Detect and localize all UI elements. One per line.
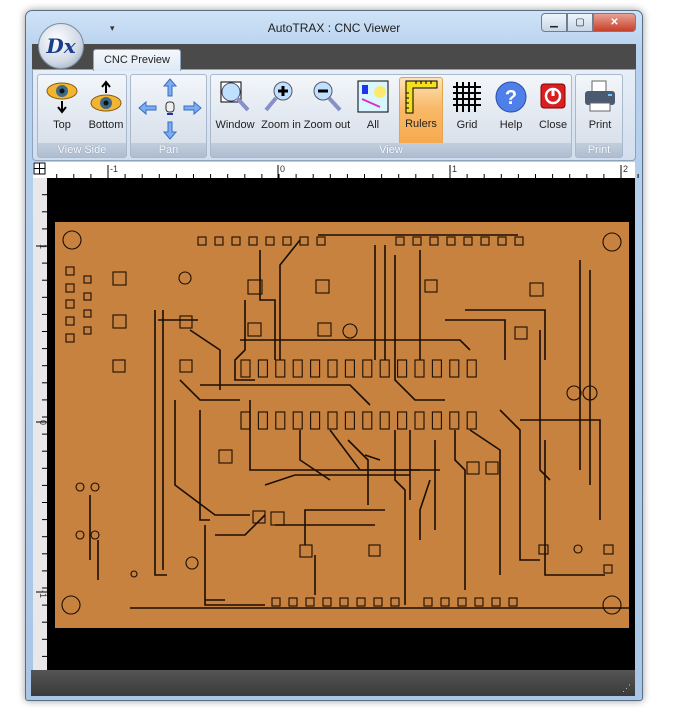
pcb-drawing: -1 0 1 2 1 0 -1	[33, 162, 639, 657]
ruler-label: 1	[38, 244, 48, 249]
ruler-label: 2	[623, 164, 628, 174]
ruler-label: -1	[38, 590, 48, 598]
app-menu-button[interactable]: Dx	[38, 23, 84, 69]
ruler-label: -1	[110, 164, 118, 174]
ruler-label: 0	[38, 420, 48, 425]
ruler-label: 1	[452, 164, 457, 174]
tab-cnc-preview[interactable]: CNC Preview	[93, 49, 181, 71]
ruler-label: 0	[280, 164, 285, 174]
